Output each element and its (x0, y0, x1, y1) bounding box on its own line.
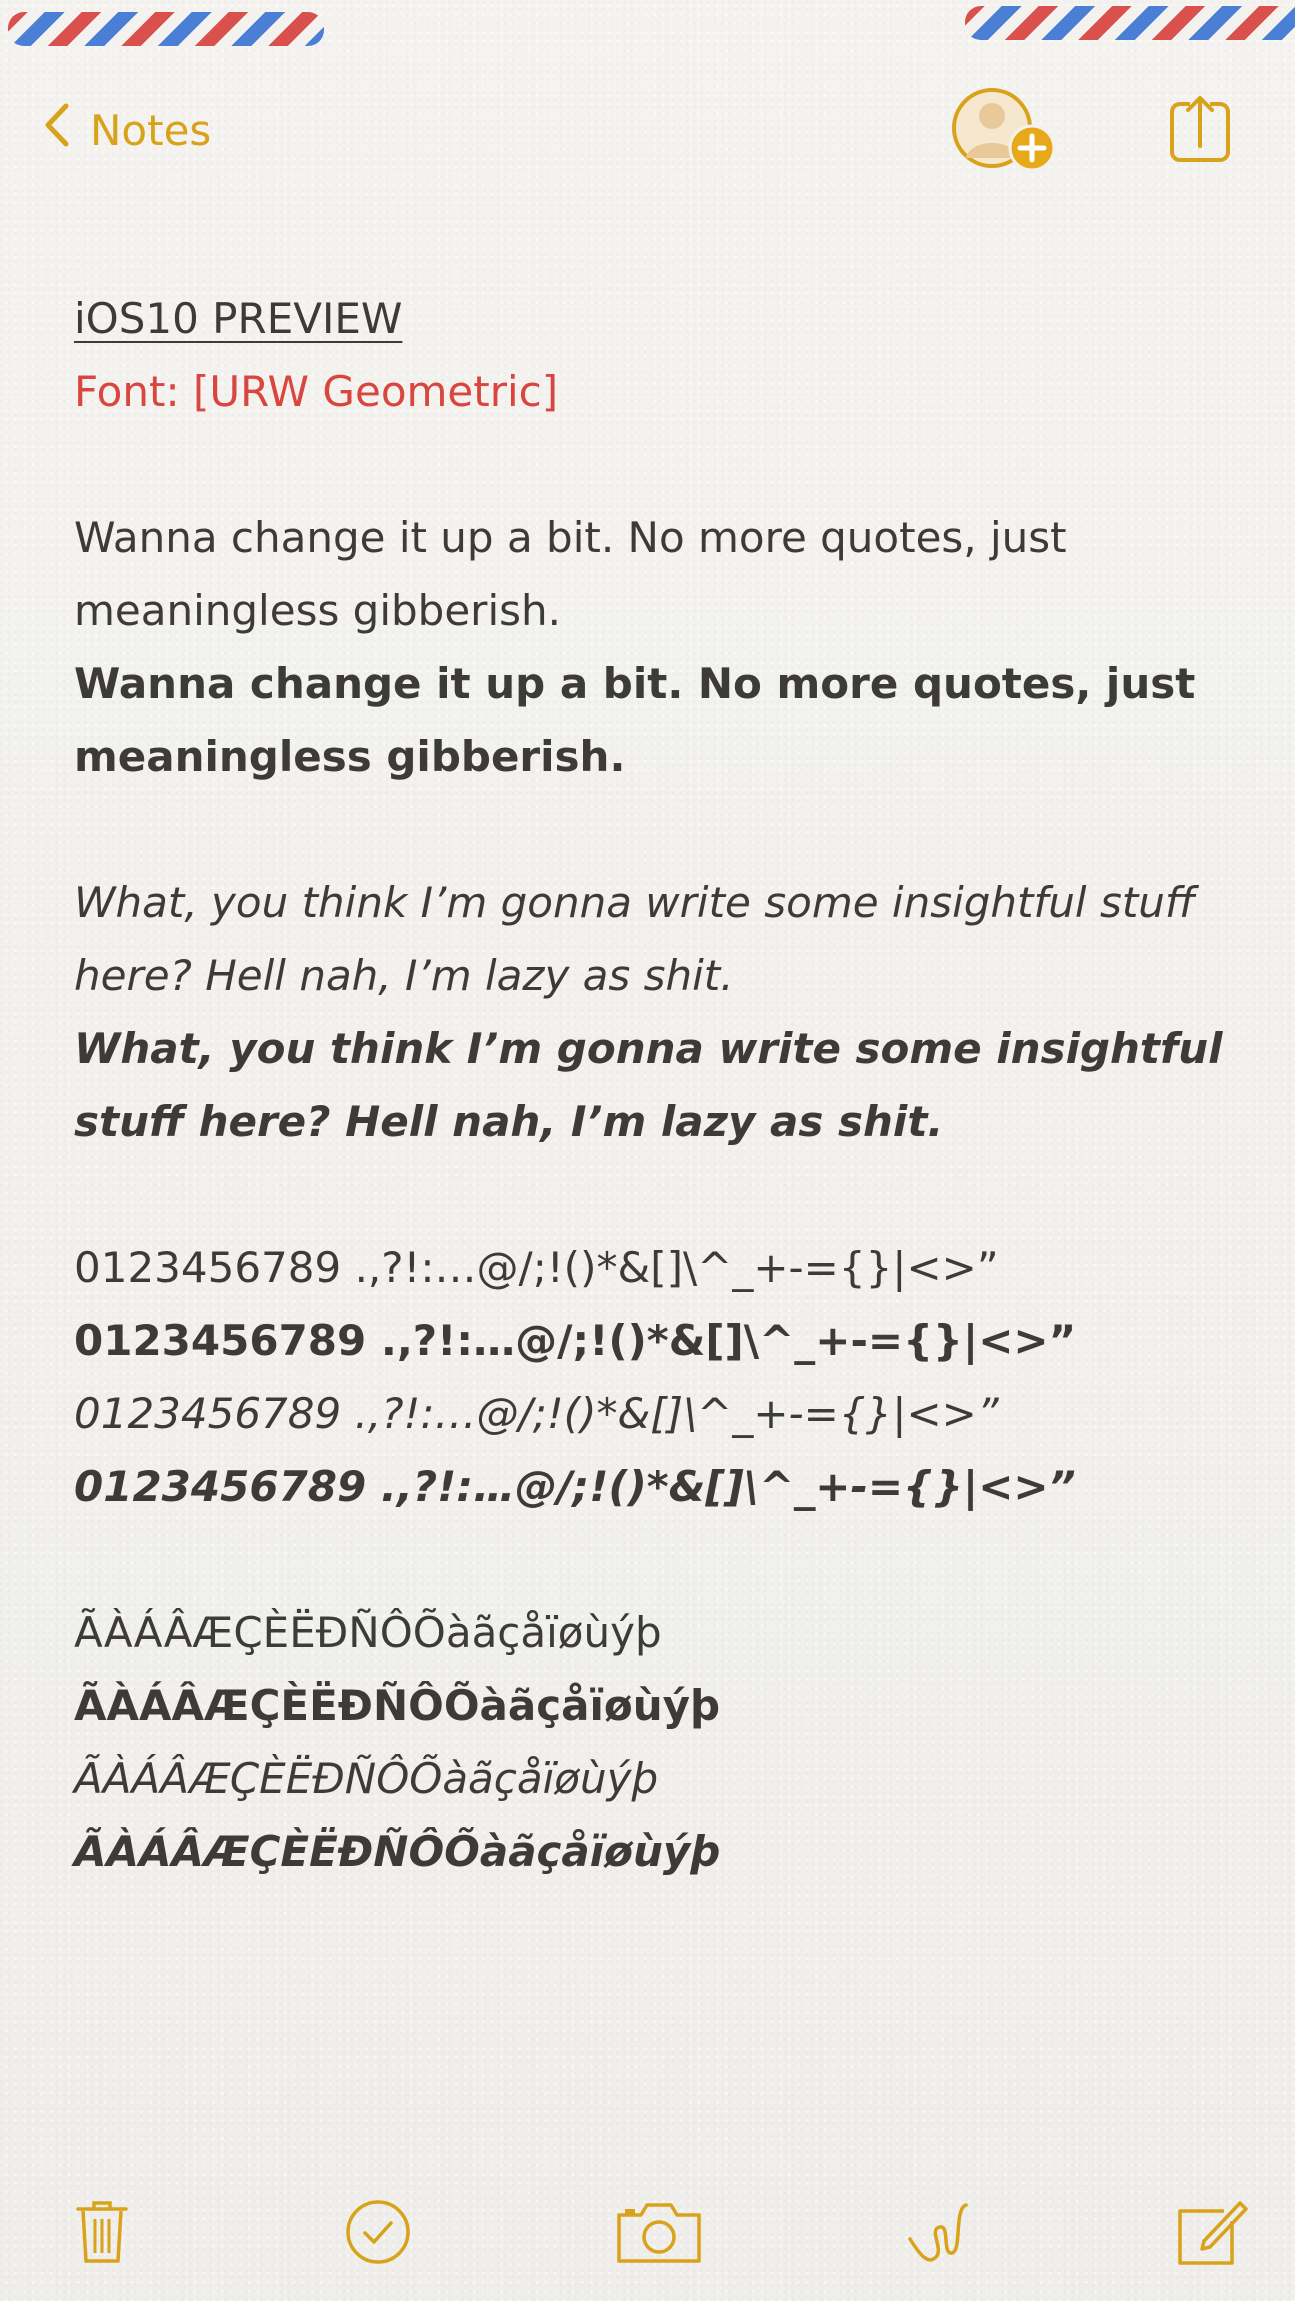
font-name-label: Font: [URW Geometric] (74, 367, 559, 416)
airmail-stripe-left (8, 12, 324, 46)
add-people-button[interactable] (948, 78, 1058, 178)
digits-bold-italic: 0123456789 .,?!:…@/;!()*&[]\^_+-={}|<>” (74, 1462, 1076, 1511)
camera-button[interactable] (614, 2190, 704, 2274)
share-button[interactable] (1168, 90, 1232, 166)
paragraph-bold-italic: What, you think I’m gonna write some ins… (74, 1024, 1223, 1146)
digits-italic: 0123456789 .,?!:…@/;!()*&[]\^_+-={}|<>” (74, 1389, 999, 1438)
digits-regular: 0123456789 .,?!:…@/;!()*&[]\^_+-={}|<>” (74, 1243, 999, 1292)
note-title: iOS10 PREVIEW (74, 294, 403, 343)
bottom-toolbar (0, 2190, 1295, 2280)
digits-bold: 0123456789 .,?!:…@/;!()*&[]\^_+-={}|<>” (74, 1316, 1077, 1365)
paragraph-italic: What, you think I’m gonna write some ins… (74, 878, 1196, 1000)
chevron-left-icon (42, 102, 72, 158)
delete-button[interactable] (68, 2190, 136, 2274)
accents-bold-italic: ÃÀÁÂÆÇÈËÐÑÔÕàãçåïøùýþ (74, 1827, 721, 1876)
note-body[interactable]: iOS10 PREVIEW Font: [URW Geometric] Wann… (74, 282, 1234, 1888)
navigation-bar: Notes (0, 70, 1295, 180)
back-button-label: Notes (90, 105, 212, 155)
sketch-icon (908, 2203, 968, 2262)
accents-bold: ÃÀÁÂÆÇÈËÐÑÔÕàãçåïøùýþ (74, 1681, 721, 1730)
trash-icon (76, 2201, 128, 2263)
accents-italic: ÃÀÁÂÆÇÈËÐÑÔÕàãçåïøùýþ (74, 1754, 659, 1803)
paragraph-regular: Wanna change it up a bit. No more quotes… (74, 513, 1067, 635)
compose-button[interactable] (1176, 2190, 1250, 2274)
add-person-icon (952, 88, 1056, 172)
share-icon (1170, 96, 1230, 162)
camera-icon (617, 2203, 701, 2263)
checklist-icon (346, 2200, 410, 2264)
paragraph-bold: Wanna change it up a bit. No more quotes… (74, 659, 1196, 781)
airmail-stripe-right (965, 6, 1295, 40)
checklist-button[interactable] (342, 2190, 414, 2274)
back-button[interactable]: Notes (42, 100, 211, 160)
compose-icon (1178, 2201, 1248, 2265)
accents-regular: ÃÀÁÂÆÇÈËÐÑÔÕàãçåïøùýþ (74, 1608, 662, 1657)
sketch-button[interactable] (906, 2190, 972, 2274)
